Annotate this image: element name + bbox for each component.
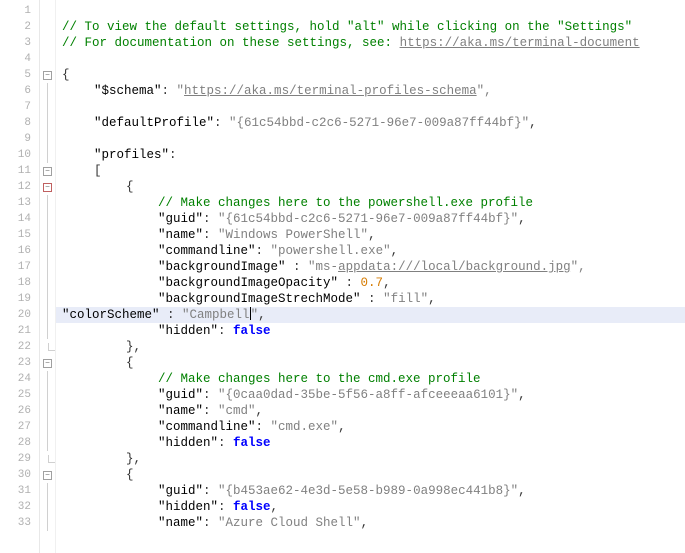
line-number: 32 xyxy=(0,499,39,515)
code-line[interactable]: "hidden": false, xyxy=(62,499,685,515)
line-number: 23 xyxy=(0,355,39,371)
line-number: 16 xyxy=(0,243,39,259)
line-number: 8 xyxy=(0,115,39,131)
line-number: 4 xyxy=(0,51,39,67)
code-content[interactable]: // To view the default settings, hold "a… xyxy=(56,0,685,553)
line-number: 10 xyxy=(0,147,39,163)
line-number: 7 xyxy=(0,99,39,115)
fold-toggle-icon[interactable]: − xyxy=(43,359,52,368)
code-line[interactable]: "backgroundImageOpacity" : 0.7, xyxy=(62,275,685,291)
line-number: 33 xyxy=(0,515,39,531)
line-number: 12 xyxy=(0,179,39,195)
code-line[interactable]: "hidden": false xyxy=(62,435,685,451)
line-number: 27 xyxy=(0,419,39,435)
line-number: 30 xyxy=(0,467,39,483)
line-number: 6 xyxy=(0,83,39,99)
line-number: 22 xyxy=(0,339,39,355)
line-number: 15 xyxy=(0,227,39,243)
code-line[interactable] xyxy=(62,51,685,67)
code-line[interactable]: }, xyxy=(62,339,685,355)
line-number: 21 xyxy=(0,323,39,339)
line-number: 3 xyxy=(0,35,39,51)
code-line[interactable]: "name": "Azure Cloud Shell", xyxy=(62,515,685,531)
code-line[interactable]: [ xyxy=(62,163,685,179)
doc-link[interactable]: https://aka.ms/terminal-document xyxy=(400,36,640,50)
code-line[interactable]: { xyxy=(62,67,685,83)
code-line[interactable]: // Make changes here to the cmd.exe prof… xyxy=(62,371,685,387)
fold-column: − − − − − xyxy=(40,0,56,553)
code-line[interactable]: "$schema": "https://aka.ms/terminal-prof… xyxy=(62,83,685,99)
line-number: 17 xyxy=(0,259,39,275)
line-number: 1 xyxy=(0,3,39,19)
code-line[interactable]: "name": "Windows PowerShell", xyxy=(62,227,685,243)
appdata-link[interactable]: appdata:///local/background.jpg xyxy=(338,260,571,274)
line-number: 25 xyxy=(0,387,39,403)
code-line[interactable]: "commandline": "powershell.exe", xyxy=(62,243,685,259)
fold-toggle-icon[interactable]: − xyxy=(43,183,52,192)
code-line[interactable] xyxy=(62,99,685,115)
line-number-gutter: 1 2 3 4 5 6 7 8 9 10 11 12 13 14 15 16 1… xyxy=(0,0,40,553)
line-number: 13 xyxy=(0,195,39,211)
code-editor[interactable]: 1 2 3 4 5 6 7 8 9 10 11 12 13 14 15 16 1… xyxy=(0,0,685,553)
code-line[interactable]: "commandline": "cmd.exe", xyxy=(62,419,685,435)
code-line[interactable]: "profiles": xyxy=(62,147,685,163)
code-line-highlighted[interactable]: "colorScheme" : "Campbell", xyxy=(56,307,685,323)
code-line[interactable]: "guid": "{0caa0dad-35be-5f56-a8ff-afceee… xyxy=(62,387,685,403)
line-number: 9 xyxy=(0,131,39,147)
line-number: 24 xyxy=(0,371,39,387)
fold-toggle-icon[interactable]: − xyxy=(43,71,52,80)
line-number: 18 xyxy=(0,275,39,291)
code-line[interactable] xyxy=(62,131,685,147)
line-number: 29 xyxy=(0,451,39,467)
code-line[interactable]: // For documentation on these settings, … xyxy=(62,35,685,51)
code-line[interactable]: { xyxy=(62,467,685,483)
code-line[interactable]: "hidden": false xyxy=(62,323,685,339)
code-line[interactable]: "backgroundImage" : "ms-appdata:///local… xyxy=(62,259,685,275)
code-line[interactable]: "guid": "{b453ae62-4e3d-5e58-b989-0a998e… xyxy=(62,483,685,499)
code-line[interactable]: { xyxy=(62,355,685,371)
code-line[interactable]: { xyxy=(62,179,685,195)
code-line[interactable]: "guid": "{61c54bbd-c2c6-5271-96e7-009a87… xyxy=(62,211,685,227)
fold-toggle-icon[interactable]: − xyxy=(43,471,52,480)
line-number: 26 xyxy=(0,403,39,419)
code-line[interactable]: // To view the default settings, hold "a… xyxy=(62,19,685,35)
line-number: 31 xyxy=(0,483,39,499)
code-line[interactable]: }, xyxy=(62,451,685,467)
line-number: 5 xyxy=(0,67,39,83)
line-number: 14 xyxy=(0,211,39,227)
fold-toggle-icon[interactable]: − xyxy=(43,167,52,176)
code-line[interactable]: "backgroundImageStrechMode" : "fill", xyxy=(62,291,685,307)
line-number: 20 xyxy=(0,307,39,323)
line-number: 11 xyxy=(0,163,39,179)
code-line[interactable]: "name": "cmd", xyxy=(62,403,685,419)
code-line[interactable] xyxy=(62,3,685,19)
line-number: 2 xyxy=(0,19,39,35)
code-line[interactable]: "defaultProfile": "{61c54bbd-c2c6-5271-9… xyxy=(62,115,685,131)
line-number: 19 xyxy=(0,291,39,307)
line-number: 28 xyxy=(0,435,39,451)
schema-link[interactable]: https://aka.ms/terminal-profiles-schema xyxy=(184,84,477,98)
code-line[interactable]: // Make changes here to the powershell.e… xyxy=(62,195,685,211)
